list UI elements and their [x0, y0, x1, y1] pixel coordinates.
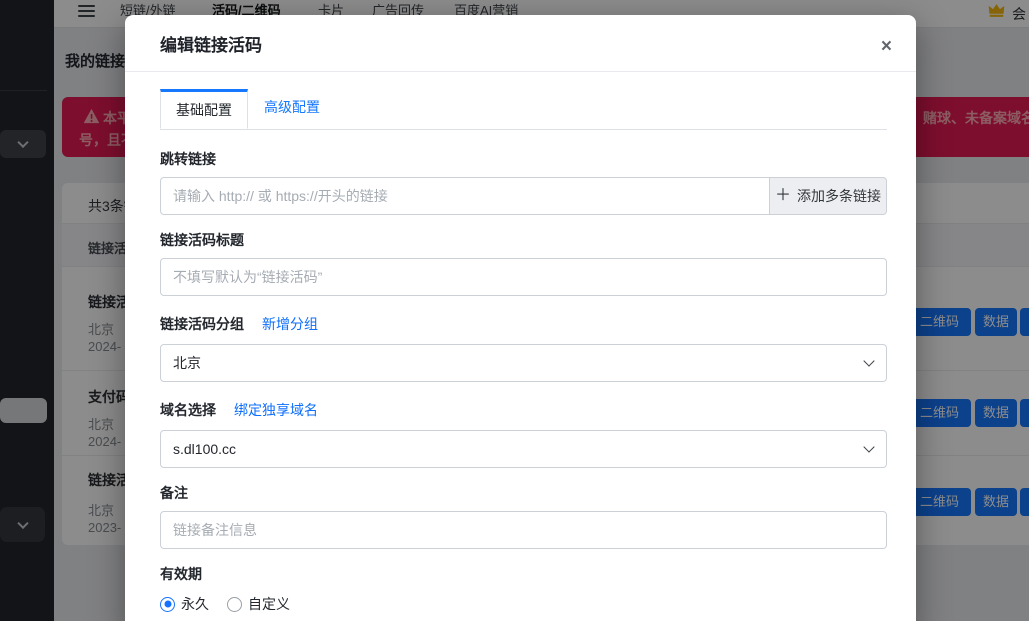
bind-domain-link[interactable]: 绑定独享域名 [234, 400, 318, 420]
modal-body: 基础配置 高级配置 跳转链接 ＋ 添加多条链接 链接活码标题 链接活码分组 新增… [125, 72, 916, 614]
form-group-domain: 域名选择 绑定独享域名 s.dl100.cc [160, 400, 887, 468]
domain-select[interactable]: s.dl100.cc [160, 430, 887, 468]
modal-tabs: 基础配置 高级配置 [160, 89, 887, 130]
form-group-validity: 有效期 永久 自定义 [160, 567, 887, 614]
modal-header: 编辑链接活码 × [125, 15, 916, 72]
code-title-label: 链接活码标题 [160, 233, 244, 248]
group-label: 链接活码分组 [160, 317, 244, 332]
add-multiple-links-button[interactable]: ＋ 添加多条链接 [770, 177, 887, 215]
close-icon[interactable]: × [881, 37, 892, 56]
edit-live-code-modal: 编辑链接活码 × 基础配置 高级配置 跳转链接 ＋ 添加多条链接 链接活码标题 … [125, 15, 916, 621]
tab-basic-config[interactable]: 基础配置 [160, 89, 248, 129]
remark-label: 备注 [160, 486, 188, 501]
radio-permanent-label: 永久 [181, 594, 209, 614]
validity-label: 有效期 [160, 567, 202, 582]
radio-custom[interactable]: 自定义 [227, 594, 290, 614]
add-group-link[interactable]: 新增分组 [262, 314, 318, 334]
modal-title: 编辑链接活码 [160, 35, 892, 56]
form-group-jump-link: 跳转链接 ＋ 添加多条链接 [160, 152, 887, 215]
form-group-remark: 备注 [160, 486, 887, 549]
jump-link-label: 跳转链接 [160, 152, 216, 167]
radio-custom-label: 自定义 [248, 594, 290, 614]
plus-icon: ＋ [775, 188, 791, 204]
domain-label: 域名选择 [160, 403, 216, 418]
code-title-input[interactable] [160, 258, 887, 296]
form-group-title: 链接活码标题 [160, 233, 887, 296]
group-select[interactable]: 北京 [160, 344, 887, 382]
radio-checked-icon [160, 597, 175, 612]
form-group-group: 链接活码分组 新增分组 北京 [160, 314, 887, 382]
remark-input[interactable] [160, 511, 887, 549]
jump-link-input[interactable] [160, 177, 770, 215]
radio-permanent[interactable]: 永久 [160, 594, 209, 614]
radio-unchecked-icon [227, 597, 242, 612]
tab-advanced-config[interactable]: 高级配置 [248, 89, 336, 129]
add-multiple-links-label: 添加多条链接 [797, 186, 881, 206]
